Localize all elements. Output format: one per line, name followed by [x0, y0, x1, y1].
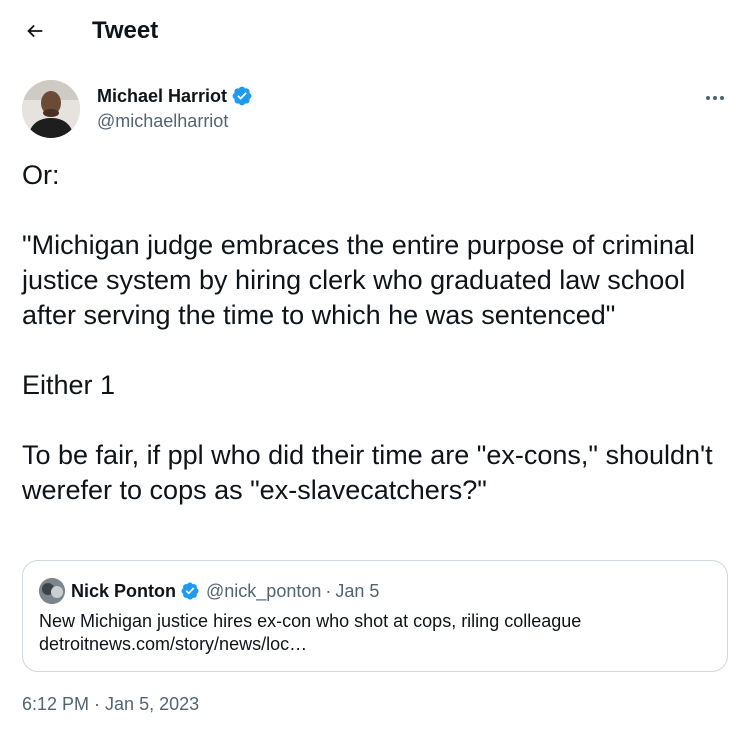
avatar[interactable]: [22, 80, 80, 138]
quoted-text: New Michigan justice hires ex-con who sh…: [39, 611, 582, 654]
tweet-text: Or: "Michigan judge embraces the entire …: [22, 158, 732, 508]
quoted-avatar: [39, 578, 65, 604]
author-name-row: Michael Harriot: [97, 85, 253, 107]
verified-badge-icon: [180, 581, 200, 601]
tweet-time[interactable]: 6:12 PM: [22, 693, 89, 715]
tweet-author: Michael Harriot @michaelharriot: [22, 80, 732, 140]
quoted-tweet-header: Nick Ponton @nick_ponton · Jan 5: [39, 578, 379, 604]
tweet-line: "Michigan judge embraces the entire purp…: [22, 230, 703, 330]
tweet-line: Either 1: [22, 370, 116, 400]
verified-badge-icon: [231, 85, 253, 107]
quoted-author-handle: @nick_ponton: [206, 581, 322, 601]
separator: ·: [325, 581, 332, 601]
tweet-line: To be fair, if ppl who did their time ar…: [22, 440, 721, 505]
quoted-tweet[interactable]: Nick Ponton @nick_ponton · Jan 5 New Mic…: [22, 560, 728, 672]
separator: ·: [94, 694, 101, 714]
author-name[interactable]: Michael Harriot: [97, 85, 227, 107]
tweet-timestamp: 6:12 PM · Jan 5, 2023: [22, 693, 199, 715]
author-handle[interactable]: @michaelharriot: [97, 110, 228, 132]
arrow-left-icon: [27, 24, 43, 38]
tweet-line: Or:: [22, 160, 60, 190]
quoted-author-name: Nick Ponton: [71, 581, 177, 601]
tweet-date[interactable]: Jan 5, 2023: [105, 693, 199, 715]
tweet-header: Tweet: [0, 0, 752, 62]
back-button[interactable]: [18, 14, 52, 48]
more-icon: [706, 96, 724, 100]
page-title: Tweet: [92, 17, 159, 44]
more-options-button[interactable]: [698, 84, 732, 112]
quoted-date: Jan 5: [335, 581, 380, 601]
